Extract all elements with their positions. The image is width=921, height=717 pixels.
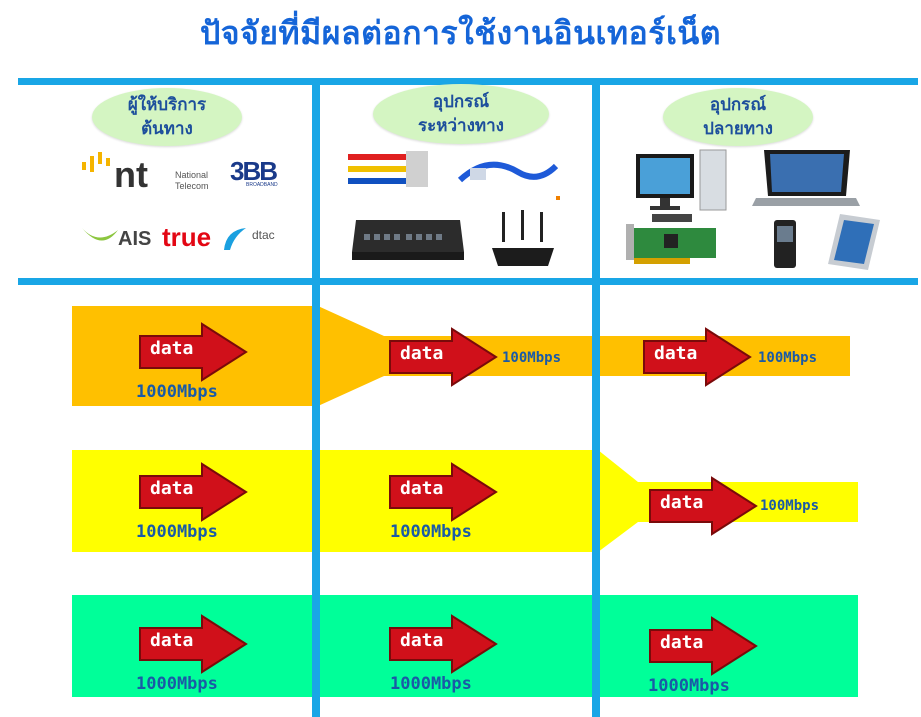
column-header-line: ต้นทาง [141, 119, 193, 139]
speed-label: 100Mbps [760, 498, 820, 514]
ais-swoosh-icon [82, 228, 118, 241]
laptop-icon [752, 150, 860, 206]
decorative-dot [556, 196, 560, 200]
speed-label: 1000Mbps [390, 674, 472, 694]
speed-label: 1000Mbps [136, 674, 218, 694]
nt-text: nt [114, 154, 148, 195]
3bb-logo: 3BB BROADBAND [230, 156, 290, 190]
nt-logo: nt National Telecom [80, 150, 230, 195]
data-arrow-label: data [400, 343, 444, 364]
data-arrow: data [138, 614, 248, 674]
column-header-line: ปลายทาง [703, 119, 773, 139]
data-arrow-label: data [654, 343, 698, 364]
network-card-icon [626, 224, 716, 264]
column-header-line: อุปกรณ์ [709, 95, 767, 115]
column-header-line: ระหว่างทาง [418, 116, 504, 136]
column-header-intermediate: อุปกรณ์ ระหว่างทาง [373, 84, 549, 144]
network-switch-icon [352, 220, 464, 260]
header-bottom-line [18, 278, 918, 285]
mobile-phone-icon [774, 220, 796, 268]
data-arrow: data [138, 322, 248, 382]
data-arrow-label: data [400, 630, 444, 651]
data-arrow: data [138, 462, 248, 522]
data-arrow-label: data [660, 632, 704, 653]
data-arrow: data [648, 616, 758, 676]
speed-label: 1000Mbps [390, 522, 472, 542]
speed-label: 1000Mbps [136, 522, 218, 542]
smartphone-icon [828, 214, 880, 270]
column-header-line: ผู้ให้บริการ [127, 95, 207, 115]
speed-label: 100Mbps [758, 350, 818, 366]
data-arrow-label: data [660, 492, 704, 513]
column-header-destination: อุปกรณ์ ปลายทาง [663, 88, 813, 146]
column-divider-2-lower [592, 285, 600, 717]
data-arrow-label: data [150, 630, 194, 651]
data-arrow: data [388, 462, 498, 522]
dtac-icon [224, 228, 246, 250]
column-header-source: ผู้ให้บริการ ต้นทาง [92, 88, 242, 146]
data-arrow: data [388, 327, 498, 387]
wifi-router-icon [492, 210, 554, 266]
desktop-computer-icon [636, 149, 727, 222]
data-arrow: data [642, 327, 752, 387]
data-arrow: data [388, 614, 498, 674]
page-title: ปัจจัยที่มีผลต่อการใช้งานอินเทอร์เน็ต [199, 14, 722, 52]
ais-text: AIS [118, 228, 152, 250]
nt-name-line: National [175, 170, 209, 180]
blue-cable-icon [458, 161, 558, 183]
data-arrow-label: data [400, 478, 444, 499]
nt-name-line: Telecom [175, 181, 209, 191]
data-arrow-label: data [150, 338, 194, 359]
operators-logo-row: AIS true dtac [80, 220, 290, 260]
dtac-text: dtac [252, 228, 275, 242]
3bb-subtext: BROADBAND [246, 182, 278, 188]
data-arrow: data [648, 476, 758, 536]
column-header-line: อุปกรณ์ [432, 92, 490, 112]
lan-cables-icon [348, 151, 428, 187]
true-text: true [162, 222, 212, 252]
column-divider-1-lower [312, 285, 320, 717]
data-arrow-label: data [150, 478, 194, 499]
speed-label: 100Mbps [502, 350, 562, 366]
speed-label: 1000Mbps [648, 676, 730, 696]
speed-label: 1000Mbps [136, 382, 218, 402]
